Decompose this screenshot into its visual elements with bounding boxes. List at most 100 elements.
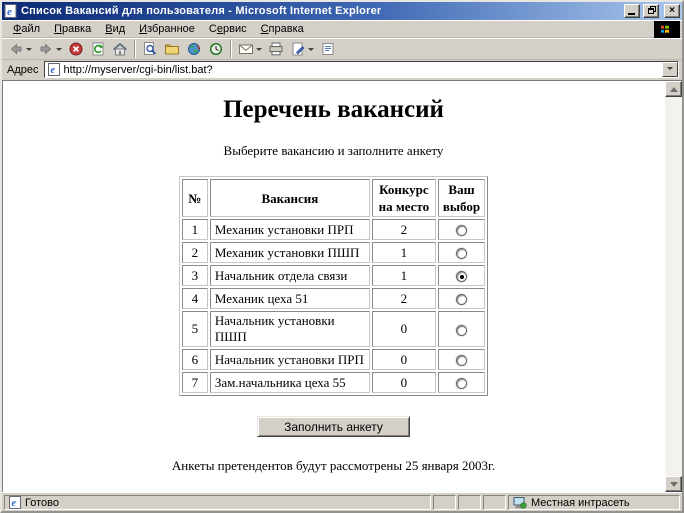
header-vacancy: Вакансия: [209, 179, 370, 217]
svg-text:e: e: [7, 6, 12, 18]
viewport: Перечень вакансий Выберите вакансию и за…: [2, 80, 682, 492]
vacancy-name: Механик установки ПШП: [209, 242, 370, 263]
table-row: 4 Механик цеха 51 2: [181, 288, 486, 309]
windows-logo-throbber: [654, 21, 680, 38]
status-ready-text: Готово: [25, 496, 59, 509]
print-icon: [269, 42, 283, 55]
restore-icon: [648, 8, 654, 14]
address-label: Адрес: [7, 63, 39, 76]
choice-radio[interactable]: [456, 225, 467, 237]
toolbar-separator: [230, 39, 232, 58]
choice-radio[interactable]: [456, 248, 467, 260]
media-button[interactable]: [183, 39, 205, 59]
minimize-button[interactable]: [624, 4, 640, 18]
edit-dropdown-caret: [308, 47, 314, 54]
menu-bar-items: Файл Правка Вид Избранное Сервис Справка: [6, 21, 311, 37]
discuss-button[interactable]: [317, 39, 339, 59]
restore-button[interactable]: [643, 4, 659, 18]
page-content: Перечень вакансий Выберите вакансию и за…: [3, 81, 664, 492]
row-number: 4: [181, 288, 208, 309]
menu-item-tools[interactable]: Сервис: [202, 21, 254, 37]
svg-text:e: e: [50, 65, 55, 76]
table-row: 3 Начальник отдела связи 1: [181, 265, 486, 286]
choice-cell: [437, 288, 486, 309]
vacancy-name: Начальник установки ПРП: [209, 349, 370, 370]
choice-radio[interactable]: [456, 378, 467, 390]
arrow-down-icon: [669, 481, 678, 491]
vertical-scrollbar[interactable]: [665, 81, 682, 492]
row-number: 5: [181, 311, 208, 347]
header-number: №: [181, 179, 208, 217]
back-icon: [10, 43, 22, 54]
choice-cell: [437, 349, 486, 370]
choice-radio[interactable]: [456, 355, 467, 367]
table-row: 5 Начальник установки ПШП 0: [181, 311, 486, 347]
back-button[interactable]: [5, 39, 35, 59]
header-row: № Вакансия Конкурс на место Ваш выбор: [181, 179, 486, 217]
stop-button[interactable]: [65, 39, 87, 59]
status-ready-panel: e Готово: [4, 495, 431, 510]
home-icon: [112, 42, 128, 55]
mail-button[interactable]: [235, 39, 265, 59]
status-ie-icon: e: [9, 496, 21, 509]
home-button[interactable]: [109, 39, 131, 59]
address-dropdown-button[interactable]: [662, 62, 678, 77]
row-number: 7: [181, 372, 208, 393]
menu-item-edit[interactable]: Правка: [47, 21, 98, 37]
fill-form-button[interactable]: Заполнить анкету: [257, 416, 410, 437]
vacancies-table: № Вакансия Конкурс на место Ваш выбор 1М…: [178, 176, 489, 396]
vacancies-table-head: № Вакансия Конкурс на место Ваш выбор: [181, 179, 486, 217]
row-number: 2: [181, 242, 208, 263]
choice-radio[interactable]: [456, 271, 467, 283]
row-number: 3: [181, 265, 208, 286]
vacancy-name: Начальник отдела связи: [209, 265, 370, 286]
window-title: Список Вакансий для пользователя - Micro…: [21, 5, 382, 17]
close-icon: ×: [669, 5, 675, 16]
header-choice: Ваш выбор: [437, 179, 486, 217]
vacancy-name: Механик цеха 51: [209, 288, 370, 309]
mail-dropdown-caret: [256, 47, 262, 54]
refresh-icon: [92, 42, 104, 55]
search-icon: [144, 41, 157, 55]
scroll-up-button[interactable]: [665, 81, 682, 97]
history-icon: [209, 42, 223, 55]
choice-cell: [437, 372, 486, 393]
refresh-button[interactable]: [87, 39, 109, 59]
svg-text:e: e: [12, 498, 17, 509]
footer-note: Анкеты претендентов будут рассмотрены 25…: [171, 458, 496, 473]
choice-cell: [437, 265, 486, 286]
competition-count: 2: [371, 288, 436, 309]
mail-icon: [239, 44, 253, 54]
forward-icon: [40, 43, 52, 54]
menu-item-favorites[interactable]: Избранное: [132, 21, 202, 37]
table-row: 6 Начальник установки ПРП 0: [181, 349, 486, 370]
edit-button[interactable]: [287, 39, 317, 59]
forward-dropdown-caret: [56, 47, 62, 54]
competition-count: 0: [371, 311, 436, 347]
table-row: 1 Механик установки ПРП 2: [181, 219, 486, 240]
menu-item-file[interactable]: Файл: [6, 21, 47, 37]
choice-cell: [437, 242, 486, 263]
title-bar: e Список Вакансий для пользователя - Mic…: [2, 2, 682, 20]
forward-button[interactable]: [35, 39, 65, 59]
status-zone-panel: Местная интрасеть: [508, 495, 680, 510]
menu-item-help[interactable]: Справка: [254, 21, 311, 37]
competition-count: 1: [371, 242, 436, 263]
ie-logo-icon: e: [4, 4, 17, 18]
choice-radio[interactable]: [456, 294, 467, 306]
table-row: 2 Механик установки ПШП 1: [181, 242, 486, 263]
scroll-down-button[interactable]: [665, 476, 682, 492]
menu-item-view[interactable]: Вид: [98, 21, 132, 37]
menu-bar: Файл Правка Вид Избранное Сервис Справка: [2, 20, 682, 38]
status-panel-empty: [483, 495, 506, 510]
address-input[interactable]: e http://myserver/cgi-bin/list.bat?: [43, 61, 679, 78]
vacancies-tbody: 1 Механик установки ПРП 2 2 Механик установк…: [181, 219, 486, 393]
search-button[interactable]: [139, 39, 161, 59]
print-button[interactable]: [265, 39, 287, 59]
status-zone-text: Местная интрасеть: [531, 496, 630, 509]
favorites-button[interactable]: [161, 39, 183, 59]
history-button[interactable]: [205, 39, 227, 59]
close-button[interactable]: ×: [664, 4, 680, 18]
choice-radio[interactable]: [456, 324, 467, 336]
competition-count: 0: [371, 372, 436, 393]
